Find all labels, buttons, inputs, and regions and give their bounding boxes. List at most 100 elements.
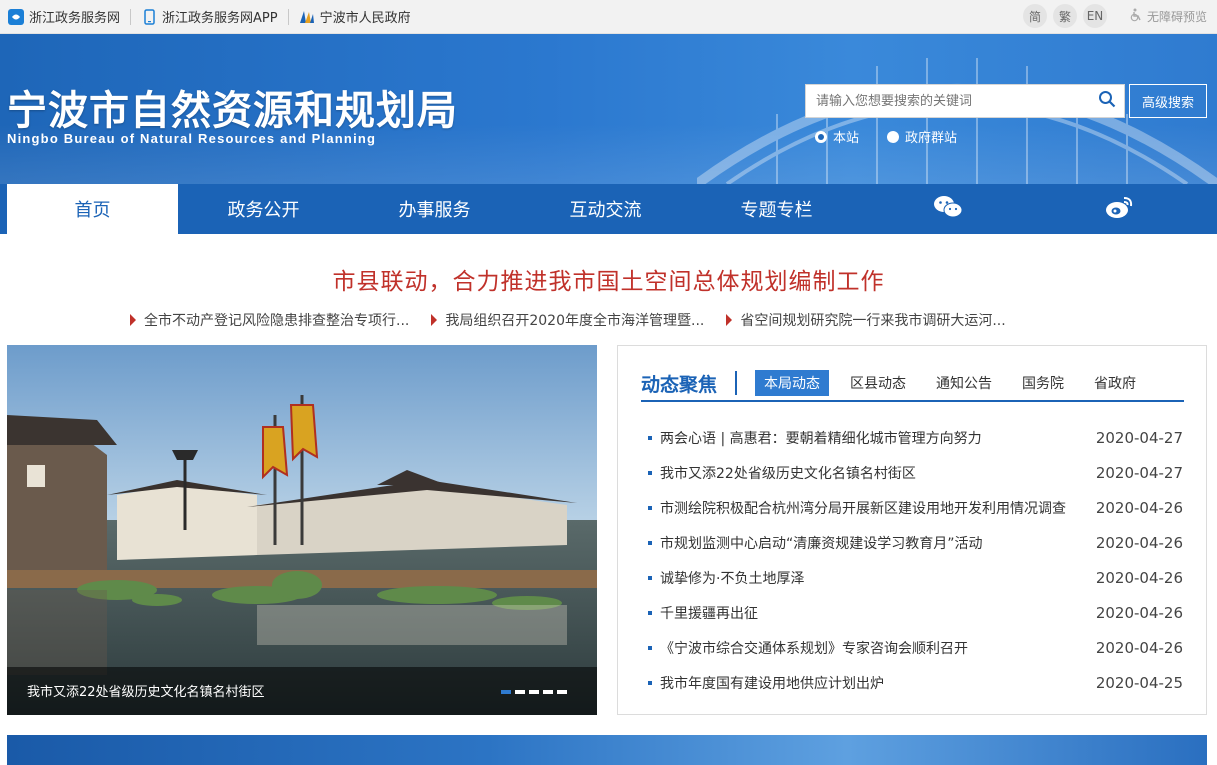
slider-dot[interactable]: [543, 690, 553, 694]
main-nav: 首页 政务公开 办事服务 互动交流 专题专栏: [0, 184, 1217, 234]
news-tabs: 本局动态 区县动态 通知公告 国务院 省政府: [755, 370, 1157, 396]
news-list: 两会心语 | 高惠君：要朝着精细化城市管理方向努力 2020-04-27 我市又添…: [648, 420, 1183, 700]
search-scope: 本站 政府群站: [815, 127, 957, 146]
headline-link[interactable]: 市县联动，合力推进我市国土空间总体规划编制工作: [0, 262, 1217, 296]
nav-wechat[interactable]: [862, 184, 1033, 234]
scope-this-site[interactable]: 本站: [815, 127, 859, 146]
nav-topics[interactable]: 专题专栏: [691, 184, 862, 234]
historic-town-photo: [7, 345, 597, 715]
news-panel: 动态聚焦 本局动态 区县动态 通知公告 国务院 省政府 两会心语 | 高惠君：要…: [617, 345, 1207, 715]
nav-home[interactable]: 首页: [7, 184, 178, 234]
news-item[interactable]: 市规划监测中心启动“清廉资规建设学习教育月”活动 2020-04-26: [648, 525, 1183, 560]
news-item[interactable]: 两会心语 | 高惠君：要朝着精细化城市管理方向努力 2020-04-27: [648, 420, 1183, 455]
news-item-title: 《宁波市综合交通体系规划》专家咨询会顺利召开: [660, 640, 968, 657]
tab-notices[interactable]: 通知公告: [927, 370, 1001, 396]
news-item[interactable]: 千里援疆再出征 2020-04-26: [648, 595, 1183, 630]
zjzwfw-link[interactable]: 浙江政务服务网: [8, 7, 130, 26]
site-title[interactable]: 宁波市自然资源和规划局: [7, 78, 458, 136]
triangle-icon: [431, 314, 438, 326]
zjzwfw-app-link[interactable]: 浙江政务服务网APP: [141, 7, 288, 26]
sub-headline-link[interactable]: 我局组织召开2020年度全市海洋管理暨...: [431, 310, 704, 330]
news-item-date: 2020-04-25: [1095, 673, 1183, 692]
search-box: [805, 84, 1125, 118]
news-item-title: 我市年度国有建设用地供应计划出炉: [660, 675, 884, 692]
news-title: 动态聚焦: [641, 371, 738, 396]
news-item-date: 2020-04-27: [1095, 428, 1183, 447]
search-button[interactable]: [1090, 84, 1124, 118]
accessibility-link[interactable]: 无障碍预览: [1129, 8, 1207, 25]
accessibility-label: 无障碍预览: [1146, 10, 1207, 24]
lang-english[interactable]: EN: [1083, 4, 1107, 28]
news-item[interactable]: 我市又添22处省级历史文化名镇名村街区 2020-04-27: [648, 455, 1183, 490]
news-item-title: 市测绘院积极配合杭州湾分局开展新区建设用地开发利用情况调查: [660, 500, 1066, 517]
site-subtitle: Ningbo Bureau of Natural Resources and P…: [7, 131, 377, 146]
search-icon: [1098, 90, 1116, 112]
slider-dot[interactable]: [529, 690, 539, 694]
slider-dots: [501, 690, 567, 694]
nav-interaction[interactable]: 互动交流: [520, 184, 691, 234]
nav-services[interactable]: 办事服务: [349, 184, 520, 234]
zjzwfw-label: 浙江政务服务网: [29, 11, 121, 26]
wechat-icon: [933, 194, 963, 225]
wheelchair-icon: [1129, 8, 1143, 25]
news-item-title: 两会心语 | 高惠君：要朝着精细化城市管理方向努力: [660, 430, 982, 447]
news-item[interactable]: 诚挚修为·不负土地厚泽 2020-04-26: [648, 560, 1183, 595]
divider: [130, 8, 132, 25]
tab-bureau-news[interactable]: 本局动态: [755, 370, 830, 396]
advanced-search-button[interactable]: 高级搜索: [1129, 84, 1207, 118]
ningbo-logo-icon: [299, 9, 315, 25]
weibo-icon: [1104, 194, 1134, 225]
bottom-banner[interactable]: [7, 735, 1207, 765]
radio-checked-icon: [815, 130, 827, 143]
bullet-icon: [648, 470, 652, 475]
header-banner: 宁波市自然资源和规划局 Ningbo Bureau of Natural Res…: [0, 34, 1217, 184]
news-item-title: 市规划监测中心启动“清廉资规建设学习教育月”活动: [660, 535, 983, 552]
sub-headline-link[interactable]: 全市不动产登记风险隐患排查整治专项行...: [130, 310, 409, 330]
slider-dot[interactable]: [557, 690, 567, 694]
zjzwfw-app-label: 浙江政务服务网APP: [162, 11, 278, 26]
ningbo-gov-label: 宁波市人民政府: [319, 11, 411, 26]
news-item-date: 2020-04-27: [1095, 463, 1183, 482]
bullet-icon: [648, 540, 652, 545]
news-header: 动态聚焦 本局动态 区县动态 通知公告 国务院 省政府: [641, 366, 1184, 402]
news-item[interactable]: 《宁波市综合交通体系规划》专家咨询会顺利召开 2020-04-26: [648, 630, 1183, 665]
scope-this-site-label: 本站: [833, 131, 860, 146]
tab-district-news[interactable]: 区县动态: [841, 370, 915, 396]
nav-weibo[interactable]: [1033, 184, 1204, 234]
slider-dot[interactable]: [501, 690, 511, 694]
bullet-icon: [648, 505, 652, 510]
triangle-icon: [726, 314, 733, 326]
bullet-icon: [648, 610, 652, 615]
news-item-date: 2020-04-26: [1095, 603, 1183, 622]
news-item-title: 我市又添22处省级历史文化名镇名村街区: [660, 465, 916, 482]
slider-caption[interactable]: 我市又添22处省级历史文化名镇名村街区: [27, 681, 265, 700]
triangle-icon: [130, 314, 136, 326]
news-item[interactable]: 我市年度国有建设用地供应计划出炉 2020-04-25: [648, 665, 1183, 700]
language-switcher: 简 繁 EN: [1023, 4, 1107, 28]
news-item-title: 诚挚修为·不负土地厚泽: [660, 570, 805, 587]
scope-gov-sites[interactable]: 政府群站: [887, 127, 957, 146]
sub-headline-text: 全市不动产登记风险隐患排查整治专项行...: [144, 313, 410, 329]
bullet-icon: [648, 435, 652, 440]
news-item-date: 2020-04-26: [1095, 638, 1183, 657]
nav-gov-affairs[interactable]: 政务公开: [178, 184, 349, 234]
sub-headline-text: 我局组织召开2020年度全市海洋管理暨...: [445, 313, 705, 329]
slider-dot[interactable]: [515, 690, 525, 694]
sub-headline-link[interactable]: 省空间规划研究院一行来我市调研大运河...: [726, 310, 1006, 330]
news-item-date: 2020-04-26: [1095, 498, 1183, 517]
mobile-phone-icon: [141, 8, 157, 25]
photo-slider[interactable]: 我市又添22处省级历史文化名镇名村街区: [7, 345, 597, 715]
search-input[interactable]: [806, 85, 1090, 117]
lang-simplified[interactable]: 简: [1023, 4, 1047, 28]
bullet-icon: [648, 645, 652, 650]
tab-state-council[interactable]: 国务院: [1013, 370, 1073, 396]
scope-gov-sites-label: 政府群站: [905, 131, 958, 146]
tab-province-gov[interactable]: 省政府: [1085, 370, 1145, 396]
divider: [287, 8, 289, 25]
news-item-title: 千里援疆再出征: [660, 605, 758, 622]
lang-traditional[interactable]: 繁: [1053, 4, 1077, 28]
news-item[interactable]: 市测绘院积极配合杭州湾分局开展新区建设用地开发利用情况调查 2020-04-26: [648, 490, 1183, 525]
ningbo-gov-link[interactable]: 宁波市人民政府: [299, 7, 421, 26]
news-item-date: 2020-04-26: [1095, 533, 1183, 552]
bullet-icon: [648, 680, 652, 685]
